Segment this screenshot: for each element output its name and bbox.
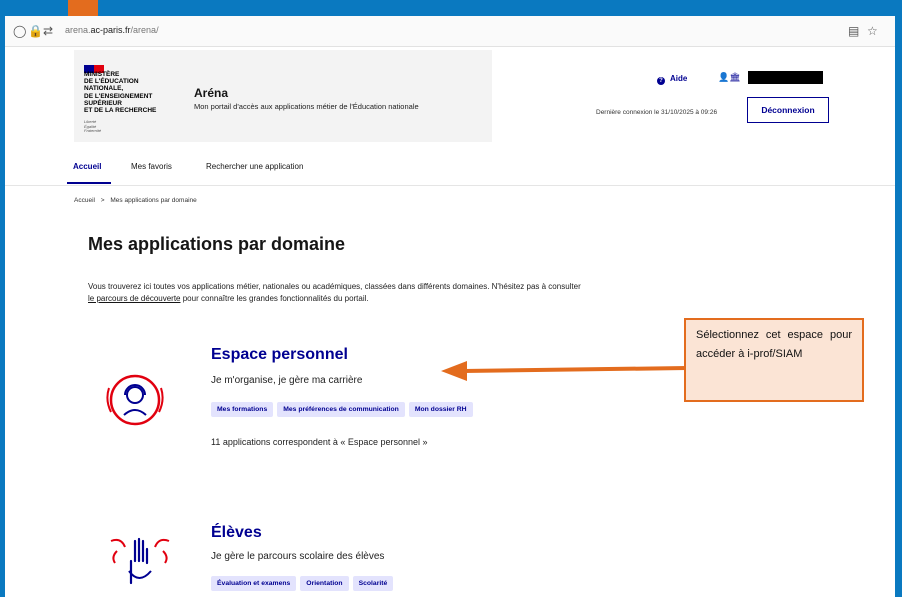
site-header-brand: MINISTÈRE DE L'ÉDUCATION NATIONALE, DE L… — [74, 50, 492, 142]
annotation-arrow — [441, 361, 688, 381]
browser-window: ◯ 🔒 ⇄ arena.ac-paris.fr/arena/ ▤ ☆ MINIS… — [5, 16, 895, 597]
breadcrumb-current: Mes applications par domaine — [110, 197, 197, 204]
support-agent-pictogram — [106, 374, 164, 426]
nav-item-accueil[interactable]: Accueil — [73, 162, 101, 171]
permissions-icon: ⇄ — [43, 24, 54, 38]
main-navigation: Accueil Mes favoris Rechercher une appli… — [5, 151, 895, 186]
nav-item-favoris[interactable]: Mes favoris — [131, 162, 172, 171]
ministry-name: MINISTÈRE DE L'ÉDUCATION NATIONALE, DE L… — [84, 71, 157, 115]
applications-count: 11 applications correspondent à « Espace… — [211, 437, 428, 447]
nav-item-rechercher[interactable]: Rechercher une application — [206, 162, 303, 171]
active-tab-indicator — [67, 182, 111, 184]
republique-flag-logo — [84, 60, 104, 73]
breadcrumb-home[interactable]: Accueil — [74, 197, 95, 204]
domain-tags: Mes formations Mes préférences de commun… — [211, 402, 473, 417]
annotation-callout: Sélectionnez cet espace pour accéder à i… — [684, 318, 864, 402]
domain-title-eleves[interactable]: Élèves — [211, 524, 262, 542]
logout-button[interactable]: Déconnexion — [747, 97, 829, 123]
domain-tags: Évaluation et examens Orientation Scolar… — [211, 576, 394, 591]
tag-scolarite[interactable]: Scolarité — [352, 576, 394, 591]
help-link[interactable]: ? Aide — [657, 74, 687, 85]
discovery-tour-link[interactable]: le parcours de découverte — [88, 294, 181, 303]
lock-icon: 🔒 — [28, 24, 43, 38]
redacted-username — [748, 71, 823, 84]
domain-subtitle: Je gère le parcours scolaire des élèves — [211, 551, 385, 562]
tag-dossier-rh[interactable]: Mon dossier RH — [408, 402, 473, 417]
intro-paragraph: Vous trouverez ici toutes vos applicatio… — [88, 282, 581, 303]
tag-orientation[interactable]: Orientation — [300, 576, 349, 591]
user-institution-icon: 👤🏛 — [718, 72, 741, 82]
help-icon: ? — [657, 77, 665, 85]
tag-mes-formations[interactable]: Mes formations — [211, 402, 274, 417]
breadcrumb: Accueil > Mes applications par domaine — [74, 197, 197, 204]
app-title: Aréna — [194, 86, 229, 100]
shield-icon: ◯ — [13, 24, 27, 38]
tag-evaluation-examens[interactable]: Évaluation et examens — [211, 576, 297, 591]
republic-motto: Liberté Égalité Fraternité — [84, 119, 102, 133]
last-login-text: Dernière connexion le 31/10/2025 à 09:26 — [596, 109, 718, 116]
tag-preferences-communication[interactable]: Mes préférences de communication — [277, 402, 405, 417]
page-title: Mes applications par domaine — [88, 234, 346, 254]
browser-address-bar[interactable]: ◯ 🔒 ⇄ arena.ac-paris.fr/arena/ ▤ ☆ — [5, 16, 895, 47]
domain-subtitle: Je m'organise, je gère ma carrière — [211, 375, 363, 386]
app-subtitle: Mon portail d'accès aux applications mét… — [194, 102, 419, 111]
reader-mode-icon[interactable]: ▤ — [848, 24, 859, 38]
raised-hand-pictogram — [110, 537, 170, 585]
annotation-corner-marker — [68, 0, 98, 16]
bookmark-star-icon[interactable]: ☆ — [867, 24, 878, 38]
url-text[interactable]: arena.ac-paris.fr/arena/ — [65, 25, 159, 35]
domain-title-espace-personnel[interactable]: Espace personnel — [211, 346, 348, 364]
